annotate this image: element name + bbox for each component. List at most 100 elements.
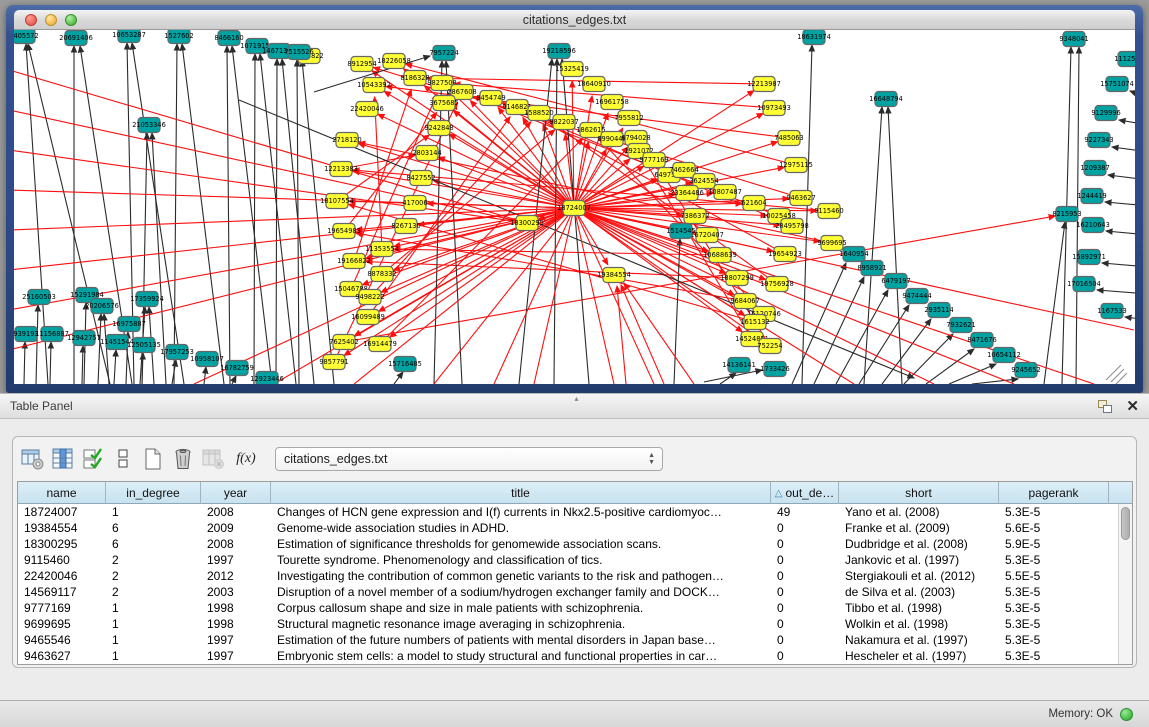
table-cell[interactable]: 0 [771, 632, 839, 648]
black-edge[interactable] [1119, 120, 1135, 125]
red-edge[interactable] [14, 190, 574, 208]
table-cell[interactable]: 0 [771, 552, 839, 568]
graph-node[interactable]: 12923446 [250, 372, 284, 385]
graph-node[interactable]: 9777169 [639, 153, 668, 168]
graph-node[interactable]: 16975887 [112, 317, 146, 332]
table-cell[interactable]: 5.5E-5 [999, 568, 1109, 584]
merge-icon[interactable] [109, 445, 137, 473]
table-cell[interactable]: 2 [106, 552, 201, 568]
graph-node[interactable]: 1527602 [164, 30, 193, 44]
graph-node[interactable]: 16782759 [220, 361, 254, 376]
red-edge[interactable] [14, 208, 574, 350]
graph-node[interactable]: 16210643 [1076, 218, 1110, 233]
black-edge[interactable] [1112, 147, 1135, 152]
table-row[interactable]: 2242004622012Investigating the contribut… [18, 568, 1118, 584]
graph-node[interactable]: 18226058 [377, 54, 411, 69]
table-cell[interactable]: Investigating the contribution of common… [271, 568, 771, 584]
table-cell[interactable]: 9699695 [18, 616, 106, 632]
table-cell[interactable]: 5.3E-5 [999, 584, 1109, 600]
graph-node[interactable]: 1615132 [740, 315, 769, 330]
black-edge[interactable] [24, 342, 25, 384]
graph-node[interactable]: 20691406 [59, 31, 93, 46]
table-cell[interactable]: 1997 [201, 552, 271, 568]
table-cell[interactable]: 9115460 [18, 552, 106, 568]
graph-node[interactable]: 7955812 [614, 111, 643, 126]
graph-node[interactable]: 15325419 [555, 62, 589, 77]
graph-node[interactable]: 11353554 [365, 242, 399, 257]
black-edge[interactable] [802, 45, 812, 384]
table-cell[interactable]: 1 [106, 504, 201, 520]
table-cell[interactable]: de Silva et al. (2003) [839, 584, 999, 600]
table-cell[interactable]: 14569117 [18, 584, 106, 600]
black-edge[interactable] [232, 46, 272, 384]
float-panel-icon[interactable] [1098, 400, 1112, 413]
graph-node[interactable]: 17957253 [160, 345, 194, 360]
graph-node[interactable]: 8215953 [1052, 207, 1081, 222]
black-edge[interactable] [864, 107, 882, 384]
table-cell[interactable]: Yano et al. (2008) [839, 504, 999, 520]
black-edge[interactable] [1106, 365, 1121, 380]
graph-node[interactable]: 18107554 [320, 194, 354, 209]
table-cell[interactable]: 5.3E-5 [999, 632, 1109, 648]
table-cell[interactable]: Tourette syndrome. Phenomenology and cla… [271, 552, 771, 568]
graph-node[interactable]: 8267130 [391, 219, 420, 234]
table-cell[interactable]: Embryonic stem cells: a model to study s… [271, 648, 771, 664]
graph-node[interactable]: 16648794 [869, 92, 903, 107]
table-row[interactable]: 1830029562008Estimation of significance … [18, 536, 1118, 552]
table-cell[interactable]: Hescheler et al. (1997) [839, 648, 999, 664]
delete-icon[interactable] [169, 445, 197, 473]
graph-node[interactable]: 7386372 [680, 209, 709, 224]
graph-node[interactable]: 15751074 [1100, 77, 1134, 92]
graph-node[interactable]: 9115460 [814, 204, 843, 219]
table-cell[interactable]: 49 [771, 504, 839, 520]
graph-node[interactable]: 9699695 [817, 236, 846, 251]
table-source-select[interactable]: citations_edges.txt ▲▼ [275, 447, 663, 471]
table-row[interactable]: 946554611997Estimation of the future num… [18, 632, 1118, 648]
graph-node[interactable]: 9245652 [1011, 363, 1040, 378]
table-cell[interactable]: 0 [771, 600, 839, 616]
black-edge[interactable] [302, 60, 334, 384]
black-edge[interactable] [814, 277, 864, 384]
graph-node[interactable]: 9857791 [319, 355, 348, 370]
column-header-name[interactable]: name [18, 482, 106, 504]
red-edge[interactable] [617, 286, 626, 384]
table-cell[interactable]: Disruption of a novel member of a sodium… [271, 584, 771, 600]
table-cell[interactable]: 5.3E-5 [999, 552, 1109, 568]
graph-node[interactable]: 12213987 [747, 77, 781, 92]
table-cell[interactable]: 5.3E-5 [999, 616, 1109, 632]
table-cell[interactable]: 1 [106, 600, 201, 616]
table-cell[interactable]: 0 [771, 568, 839, 584]
table-settings-icon[interactable] [19, 445, 47, 473]
graph-node[interactable]: 1209387 [1080, 161, 1109, 176]
table-cell[interactable]: 1 [106, 616, 201, 632]
graph-node[interactable]: 417006 [402, 196, 427, 211]
table-row[interactable]: 1938455462009Genome-wide association stu… [18, 520, 1118, 536]
graph-node[interactable]: 12213383 [324, 162, 358, 177]
black-edge[interactable] [1106, 231, 1135, 235]
table-cell[interactable]: 2008 [201, 536, 271, 552]
black-edge[interactable] [1102, 263, 1135, 267]
graph-node[interactable]: 752254 [757, 339, 782, 354]
graph-node[interactable]: 6479197 [881, 274, 910, 289]
table-cell[interactable]: Estimation of significance thresholds fo… [271, 536, 771, 552]
graph-node[interactable]: 17016504 [1067, 277, 1101, 292]
panel-resize-grip[interactable]: ▴ [575, 394, 579, 403]
red-edge[interactable] [624, 283, 694, 384]
table-cell[interactable]: Stergiakouli et al. (2012) [839, 568, 999, 584]
black-edge[interactable] [98, 314, 101, 384]
table-row[interactable]: 1456911722003Disruption of a novel membe… [18, 584, 1118, 600]
table-row[interactable]: 977716911998Corpus callosum shape and si… [18, 600, 1118, 616]
graph-node[interactable]: 9242848 [424, 121, 453, 136]
table-cell[interactable]: 1998 [201, 600, 271, 616]
row-check-icon[interactable] [79, 445, 107, 473]
red-edge[interactable] [574, 208, 1134, 330]
graph-node[interactable]: 8454749 [476, 91, 505, 106]
table-cell[interactable]: 1997 [201, 648, 271, 664]
graph-node[interactable]: 14136141 [722, 358, 756, 373]
table-cell[interactable]: 1 [106, 632, 201, 648]
table-cell[interactable]: 5.6E-5 [999, 520, 1109, 536]
graph-node[interactable]: 10688639 [703, 248, 737, 263]
table-cell[interactable]: 6 [106, 536, 201, 552]
column-header-title[interactable]: title [271, 482, 771, 504]
black-edge[interactable] [1044, 222, 1065, 384]
